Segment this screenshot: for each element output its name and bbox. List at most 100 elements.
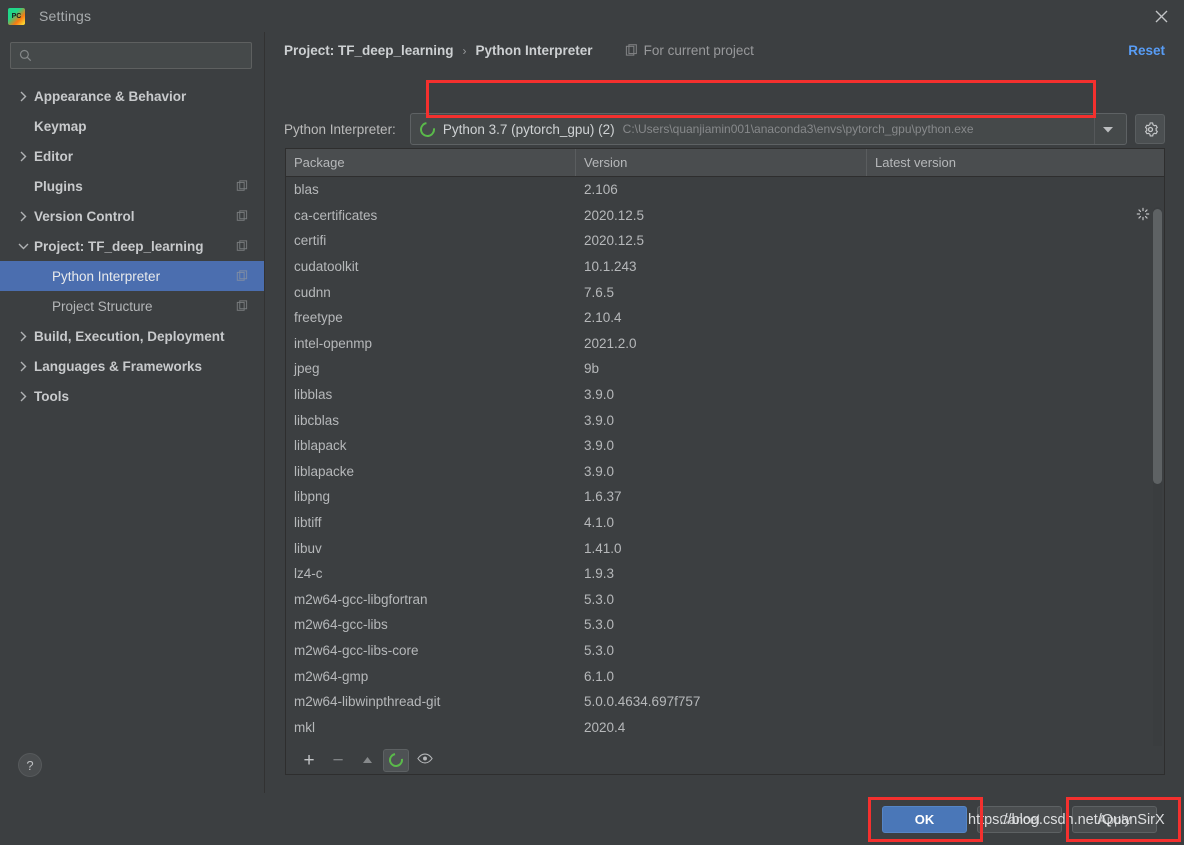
package-version-cell: 7.6.5: [584, 284, 615, 300]
package-version-cell: 1.41.0: [584, 540, 622, 556]
package-version-cell: 2.10.4: [584, 310, 622, 326]
conda-env-icon: [416, 118, 438, 140]
table-row[interactable]: freetype 2.10.4: [286, 305, 1164, 331]
table-row[interactable]: jpeg 9b: [286, 356, 1164, 382]
table-row[interactable]: mkl 2020.4: [286, 714, 1164, 740]
sidebar-item-label: Appearance & Behavior: [34, 88, 187, 104]
package-name-cell: certifi: [294, 233, 327, 249]
table-row[interactable]: cudnn 7.6.5: [286, 279, 1164, 305]
sidebar-item-editor[interactable]: Editor: [0, 141, 264, 171]
breadcrumb: Project: TF_deep_learning › Python Inter…: [284, 43, 754, 58]
packages-toolbar: + −: [285, 746, 1165, 775]
gear-icon[interactable]: [1135, 114, 1165, 144]
arrow-up-icon: [362, 751, 373, 769]
sidebar-item-tools[interactable]: Tools: [0, 381, 264, 411]
package-version-cell: 5.3.0: [584, 617, 615, 633]
table-row[interactable]: m2w64-gcc-libs 5.3.0: [286, 612, 1164, 638]
package-name-cell: intel-openmp: [294, 335, 373, 351]
package-name-cell: liblapacke: [294, 463, 355, 479]
upgrade-package-button[interactable]: [354, 749, 380, 772]
breadcrumb-page: Python Interpreter: [475, 43, 593, 58]
loading-spinner-icon: [1136, 207, 1150, 221]
sidebar-item-label: Tools: [34, 388, 69, 404]
chevron-right-icon[interactable]: [16, 329, 30, 343]
package-name-cell: mkl: [294, 719, 315, 735]
sidebar-item-project-structure[interactable]: Project Structure: [0, 291, 264, 321]
table-row[interactable]: liblapacke 3.9.0: [286, 459, 1164, 485]
package-version-cell: 5.0.0.4634.697f757: [584, 694, 701, 710]
chevron-right-icon[interactable]: [16, 389, 30, 403]
sidebar-item-appearance-behavior[interactable]: Appearance & Behavior: [0, 81, 264, 111]
show-early-releases-button[interactable]: [412, 749, 438, 772]
search-input[interactable]: [39, 43, 243, 68]
package-version-cell: 2020.12.5: [584, 207, 645, 223]
scope-tag: For current project: [625, 43, 754, 58]
package-name-cell: cudatoolkit: [294, 259, 359, 275]
search-box[interactable]: [10, 42, 252, 69]
package-name-cell: m2w64-libwinpthread-git: [294, 694, 441, 710]
scrollbar-thumb[interactable]: [1153, 209, 1162, 484]
project-scope-icon: [236, 210, 248, 222]
package-version-cell: 6.1.0: [584, 668, 615, 684]
package-version-cell: 5.3.0: [584, 642, 615, 658]
table-row[interactable]: certifi 2020.12.5: [286, 228, 1164, 254]
conda-env-button[interactable]: [383, 748, 409, 772]
table-row[interactable]: m2w64-gcc-libs-core 5.3.0: [286, 638, 1164, 664]
package-name-cell: jpeg: [294, 361, 320, 377]
package-name-cell: m2w64-gmp: [294, 668, 369, 684]
sidebar-item-languages-frameworks[interactable]: Languages & Frameworks: [0, 351, 264, 381]
table-row[interactable]: ca-certificates 2020.12.5: [286, 203, 1164, 229]
remove-package-button[interactable]: −: [325, 749, 351, 772]
sidebar-item-label: Project Structure: [52, 298, 153, 314]
add-package-button[interactable]: +: [296, 749, 322, 772]
package-version-cell: 4.1.0: [584, 515, 615, 531]
package-version-cell: 10.1.243: [584, 259, 637, 275]
cancel-button[interactable]: Cancel: [977, 806, 1062, 833]
table-row[interactable]: libblas 3.9.0: [286, 382, 1164, 408]
package-version-cell: 3.9.0: [584, 412, 615, 428]
apply-button[interactable]: Apply: [1072, 806, 1157, 833]
chevron-right-icon[interactable]: [16, 359, 30, 373]
interpreter-combo[interactable]: Python 3.7 (pytorch_gpu) (2) C:\Users\qu…: [409, 113, 1127, 145]
breadcrumb-project[interactable]: Project: TF_deep_learning: [284, 43, 454, 58]
window-title: Settings: [39, 8, 92, 24]
interpreter-row: Python Interpreter: Python 3.7 (pytorch_…: [284, 112, 1165, 146]
table-row[interactable]: libtiff 4.1.0: [286, 510, 1164, 536]
table-row[interactable]: lz4-c 1.9.3: [286, 561, 1164, 587]
table-row[interactable]: libuv 1.41.0: [286, 535, 1164, 561]
package-version-cell: 2020.12.5: [584, 233, 645, 249]
sidebar-item-version-control[interactable]: Version Control: [0, 201, 264, 231]
sidebar-item-keymap[interactable]: Keymap: [0, 111, 264, 141]
column-header-latest-version[interactable]: Latest version: [867, 149, 1164, 176]
reset-link[interactable]: Reset: [1128, 43, 1165, 58]
chevron-right-icon[interactable]: [16, 149, 30, 163]
close-icon[interactable]: [1138, 0, 1184, 32]
table-row[interactable]: m2w64-gmp 6.1.0: [286, 663, 1164, 689]
table-row[interactable]: intel-openmp 2021.2.0: [286, 331, 1164, 357]
sidebar-item-python-interpreter[interactable]: Python Interpreter: [0, 261, 264, 291]
chevron-down-icon[interactable]: [1094, 114, 1120, 144]
package-name-cell: m2w64-gcc-libs-core: [294, 642, 419, 658]
sidebar-item-plugins[interactable]: Plugins: [0, 171, 264, 201]
ok-button[interactable]: OK: [882, 806, 967, 833]
help-button[interactable]: ?: [18, 753, 42, 777]
table-row[interactable]: cudatoolkit 10.1.243: [286, 254, 1164, 280]
table-row[interactable]: m2w64-libwinpthread-git 5.0.0.4634.697f75…: [286, 689, 1164, 715]
table-row[interactable]: libcblas 3.9.0: [286, 407, 1164, 433]
package-version-cell: 5.3.0: [584, 591, 615, 607]
sidebar-item-label: Version Control: [34, 208, 135, 224]
table-row[interactable]: blas 2.106: [286, 177, 1164, 203]
packages-table-body: blas 2.106 ca-certificates 2020.12.5 certifi…: [286, 177, 1164, 773]
dialog-footer: OK Cancel Apply: [0, 793, 1184, 845]
table-row[interactable]: liblapack 3.9.0: [286, 433, 1164, 459]
chevron-right-icon[interactable]: [16, 209, 30, 223]
table-row[interactable]: m2w64-gcc-libgfortran 5.3.0: [286, 587, 1164, 613]
chevron-right-icon[interactable]: [16, 89, 30, 103]
sidebar-item-project-tf-deep-learning[interactable]: Project: TF_deep_learning: [0, 231, 264, 261]
chevron-down-icon[interactable]: [16, 239, 30, 253]
table-row[interactable]: libpng 1.6.37: [286, 484, 1164, 510]
package-version-cell: 2021.2.0: [584, 335, 637, 351]
sidebar-item-build-execution-deployment[interactable]: Build, Execution, Deployment: [0, 321, 264, 351]
column-header-package[interactable]: Package: [286, 149, 576, 176]
column-header-version[interactable]: Version: [576, 149, 867, 176]
